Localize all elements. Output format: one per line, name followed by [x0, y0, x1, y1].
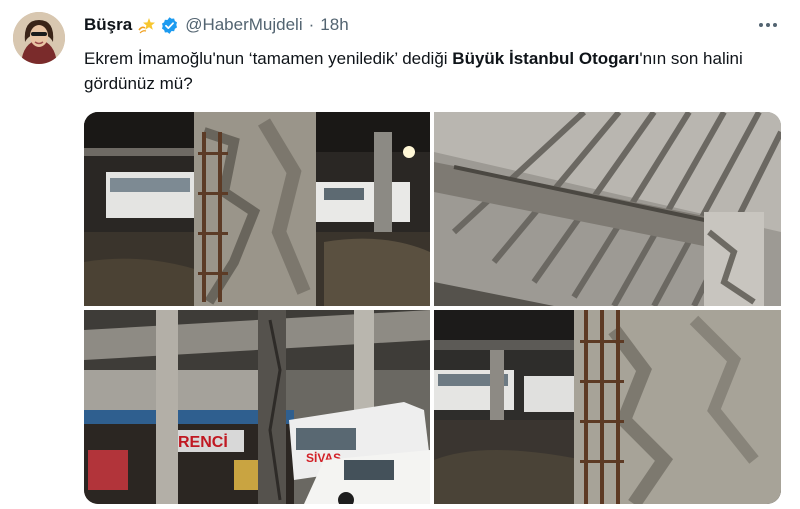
- avatar-image: [13, 12, 65, 64]
- photo-2[interactable]: [434, 112, 781, 306]
- dizzy-star-emoji-icon: [138, 16, 156, 34]
- photo-1[interactable]: [84, 112, 430, 306]
- sign-renci-text: RENCİ: [178, 433, 228, 451]
- display-name[interactable]: Büşra: [84, 15, 132, 35]
- tweet-text: Ekrem İmamoğlu'nun ‘tamamen yeniledik’ d…: [84, 46, 774, 96]
- tweet-text-part1: Ekrem İmamoğlu'nun ‘tamamen yeniledik’ d…: [84, 49, 453, 68]
- tweet: Büşra @HaberMujdeli · 18h Ekrem İmamoğlu…: [0, 0, 800, 509]
- tweet-text-bold1: Büyük İstanbul Otogarı: [452, 49, 640, 68]
- damaged-pillar-photo: [434, 310, 781, 504]
- photo-3[interactable]: RENCİ SİVAS: [84, 310, 430, 504]
- verified-badge-icon: [160, 16, 179, 35]
- timestamp[interactable]: 18h: [320, 15, 348, 35]
- avatar[interactable]: [13, 12, 65, 64]
- tweet-header: Büşra @HaberMujdeli · 18h: [84, 12, 349, 38]
- bus-station-street-photo: RENCİ SİVAS: [84, 310, 430, 504]
- separator-dot: ·: [308, 15, 315, 34]
- media-grid: RENCİ SİVAS: [84, 112, 781, 504]
- more-options-icon[interactable]: [752, 12, 784, 38]
- photo-4[interactable]: [434, 310, 781, 504]
- handle[interactable]: @HaberMujdeli: [185, 15, 302, 35]
- crumbling-column-photo: [84, 112, 430, 306]
- damaged-ceiling-photo: [434, 112, 781, 306]
